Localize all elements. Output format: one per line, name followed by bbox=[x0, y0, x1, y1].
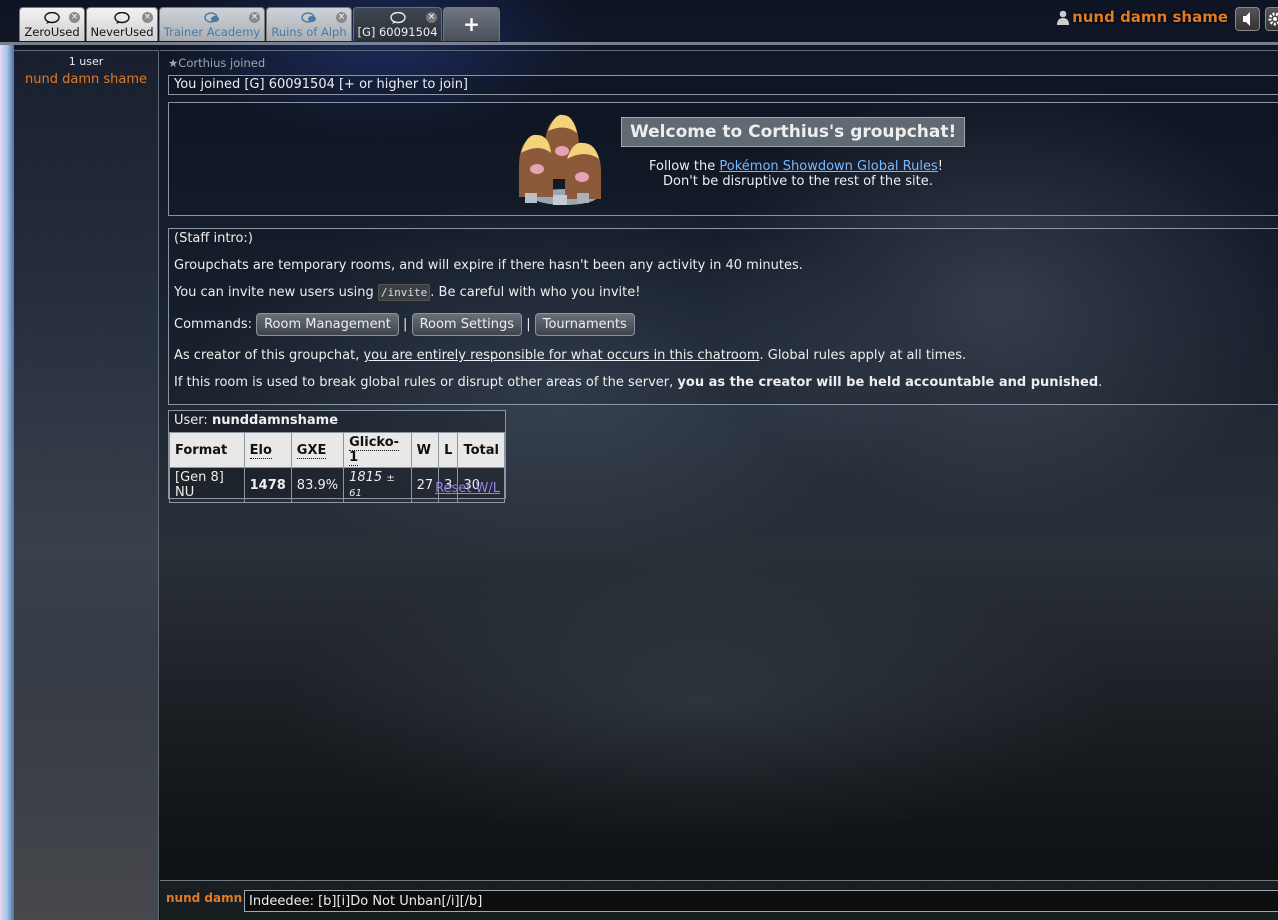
cell-elo: 1478 bbox=[243, 467, 292, 503]
text: ! bbox=[937, 159, 943, 174]
tab-label: [G] 60091504 bbox=[357, 25, 438, 39]
chat-log[interactable]: ★Corthius joined You joined [G] 60091504… bbox=[160, 50, 1278, 880]
invite-command: /invite bbox=[377, 284, 431, 301]
user-menu[interactable]: nund damn shame bbox=[1057, 8, 1228, 32]
reset-wl-link[interactable]: Reset W/L bbox=[435, 481, 500, 496]
settings-button[interactable] bbox=[1265, 7, 1278, 31]
cell-glicko: 1815 ± 61 bbox=[343, 467, 412, 503]
joined-message: You joined [G] 60091504 [+ or higher to … bbox=[168, 75, 1278, 95]
col-total: Total bbox=[457, 432, 505, 468]
chat-bubble-icon bbox=[114, 12, 130, 24]
composer-username[interactable]: nund damn bbox=[166, 891, 242, 905]
text: . bbox=[1098, 375, 1103, 390]
chat-bubbles-icon bbox=[204, 12, 219, 23]
tab-zeroused[interactable]: × ZeroUsed bbox=[19, 7, 85, 41]
header-username: nund damn shame bbox=[1072, 8, 1228, 26]
chat-bubbles-icon bbox=[301, 12, 316, 23]
col-elo-label: Elo bbox=[249, 442, 272, 459]
col-gxe-label: GXE bbox=[296, 442, 327, 459]
responsibility-text: you are entirely responsible for what oc… bbox=[363, 348, 760, 363]
room-management-button[interactable]: Room Management bbox=[256, 313, 399, 336]
chat-bubble-icon bbox=[389, 12, 406, 24]
tab-ruins-of-alph[interactable]: × Ruins of Alph bbox=[266, 7, 352, 41]
table-header-row: Format Elo GXE Glicko-1 W L Total bbox=[169, 432, 505, 468]
elo-value: 1478 bbox=[249, 477, 286, 493]
staff-intro-label: (Staff intro:) bbox=[174, 231, 253, 246]
text: . Global rules apply at all times. bbox=[759, 348, 967, 363]
room-settings-button[interactable]: Room Settings bbox=[411, 313, 523, 336]
user-icon bbox=[1057, 10, 1070, 25]
tab-label: NeverUsed bbox=[90, 25, 154, 39]
tab-trainer-academy[interactable]: × Trainer Academy bbox=[159, 7, 265, 41]
text: You can invite new users using bbox=[174, 285, 378, 300]
close-icon[interactable]: × bbox=[142, 12, 153, 23]
global-rules-link[interactable]: Pokémon Showdown Global Rules bbox=[719, 159, 937, 174]
separator: | bbox=[526, 317, 531, 332]
message-input[interactable] bbox=[244, 890, 1278, 912]
staff-intro-responsibility: As creator of this groupchat, you are en… bbox=[174, 348, 966, 363]
message-composer: nund damn bbox=[160, 880, 1278, 920]
close-icon[interactable]: × bbox=[336, 12, 347, 23]
text: As creator of this groupchat, bbox=[174, 348, 364, 363]
col-gxe: GXE bbox=[290, 432, 345, 468]
join-notice: ★Corthius joined bbox=[168, 56, 266, 70]
close-icon[interactable]: × bbox=[249, 12, 260, 23]
tournaments-button[interactable]: Tournaments bbox=[534, 313, 635, 336]
background-art bbox=[0, 45, 14, 920]
header-bar: × ZeroUsed × NeverUsed × Trainer Academy… bbox=[0, 0, 1278, 45]
col-elo: Elo bbox=[243, 432, 292, 468]
commands-label: Commands: bbox=[174, 317, 252, 332]
userlist: 1 user nund damn shame bbox=[14, 50, 159, 920]
cell-gxe: 83.9% bbox=[290, 467, 345, 503]
user-count: 1 user bbox=[68, 55, 104, 68]
col-glicko: Glicko-1 bbox=[343, 432, 412, 468]
tab-neverused[interactable]: × NeverUsed bbox=[86, 7, 158, 41]
text: If this room is used to break global rul… bbox=[174, 375, 678, 390]
separator: | bbox=[403, 317, 408, 332]
col-format: Format bbox=[169, 432, 245, 468]
tab-label: ZeroUsed bbox=[24, 25, 80, 39]
user-label: User: bbox=[174, 413, 208, 428]
chat-bubble-icon bbox=[44, 12, 60, 24]
tab-label: Trainer Academy bbox=[163, 25, 261, 39]
welcome-rules-line: Follow the Pokémon Showdown Global Rules… bbox=[649, 159, 943, 174]
speaker-icon bbox=[1243, 12, 1250, 26]
staff-intro-box: (Staff intro:) Groupchats are temporary … bbox=[168, 228, 1278, 405]
rankings-username: nunddamnshame bbox=[211, 413, 339, 428]
new-tab-button[interactable]: + bbox=[443, 7, 500, 41]
dugtrio-sprite-icon bbox=[519, 114, 601, 205]
welcome-disruptive-line: Don't be disruptive to the rest of the s… bbox=[663, 174, 933, 189]
staff-intro-expiry: Groupchats are temporary rooms, and will… bbox=[174, 258, 803, 273]
close-icon[interactable]: × bbox=[69, 12, 80, 23]
gear-icon bbox=[1268, 12, 1278, 26]
header-divider bbox=[0, 42, 1278, 45]
cell-format: [Gen 8] NU bbox=[169, 467, 245, 503]
userlist-item[interactable]: nund damn shame bbox=[14, 72, 158, 87]
staff-intro-accountability: If this room is used to break global rul… bbox=[174, 375, 1102, 390]
close-icon[interactable]: × bbox=[426, 12, 437, 23]
volume-button[interactable] bbox=[1235, 7, 1260, 31]
welcome-box: Welcome to Corthius's groupchat! Follow … bbox=[168, 102, 1278, 216]
staff-intro-invite: You can invite new users using /invite. … bbox=[174, 284, 641, 301]
accountability-text: you as the creator will be held accounta… bbox=[677, 375, 1099, 390]
rankings-user: User: nunddamnshame bbox=[169, 411, 505, 434]
glicko-value: 1815 bbox=[349, 470, 383, 485]
rankings-box: User: nunddamnshame Format Elo GXE Glick… bbox=[168, 410, 506, 503]
text: Follow the bbox=[649, 159, 720, 174]
welcome-title: Welcome to Corthius's groupchat! bbox=[621, 117, 966, 147]
col-glicko-label: Glicko-1 bbox=[349, 435, 400, 466]
text: . Be careful with who you invite! bbox=[430, 285, 641, 300]
tab-label: Ruins of Alph bbox=[271, 25, 347, 39]
col-w: W bbox=[410, 432, 440, 468]
commands-row: Commands: Room Management | Room Setting… bbox=[174, 313, 635, 336]
tab-groupchat[interactable]: × [G] 60091504 bbox=[353, 7, 442, 41]
col-l: L bbox=[438, 432, 459, 468]
